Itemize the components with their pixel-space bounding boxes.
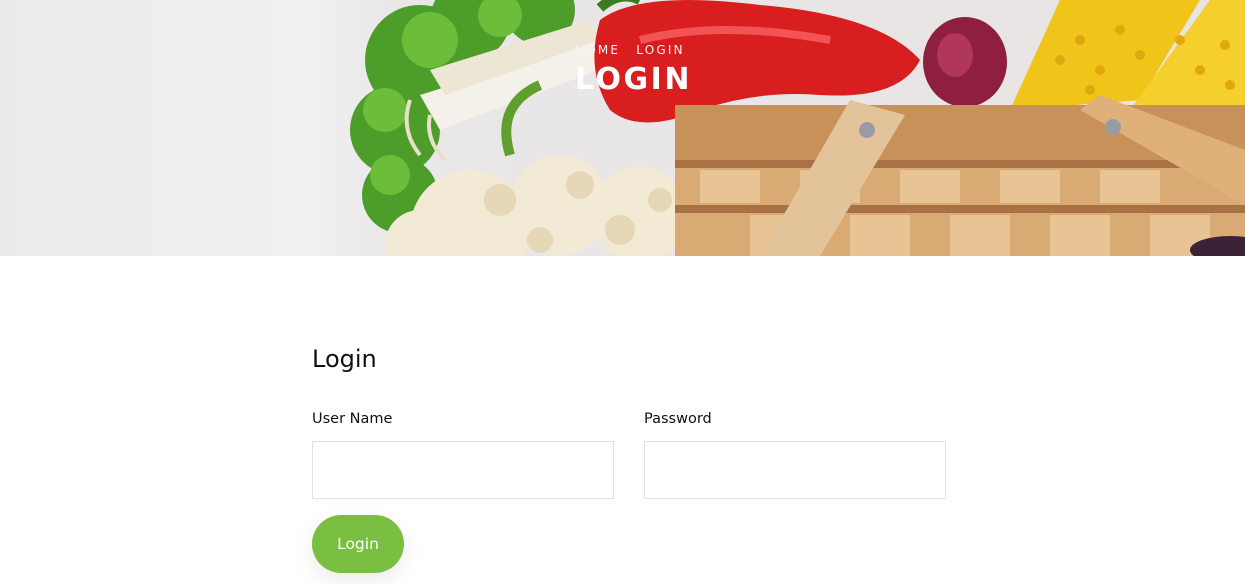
username-input[interactable]	[312, 441, 614, 499]
hero-banner: HOME LOGIN LOGIN	[0, 0, 1245, 256]
password-input[interactable]	[644, 441, 946, 499]
password-label: Password	[644, 411, 712, 427]
vegetables-banner-image	[350, 0, 1245, 256]
login-button[interactable]: Login	[312, 515, 404, 573]
username-label: User Name	[312, 411, 393, 427]
breadcrumb-home-link[interactable]: HOME	[575, 43, 620, 57]
page-title: LOGIN	[575, 62, 692, 97]
breadcrumb: HOME LOGIN	[575, 43, 685, 57]
breadcrumb-current: LOGIN	[636, 43, 685, 57]
login-form-title: Login	[312, 345, 377, 373]
breadcrumb-separator	[620, 43, 636, 57]
